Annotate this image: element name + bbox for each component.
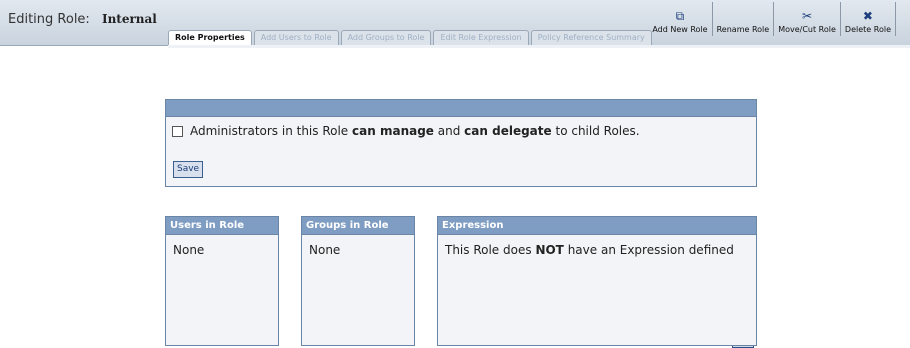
tab-role-properties[interactable]: Role Properties (168, 30, 252, 45)
tab-add-users[interactable]: Add Users to Role (253, 30, 339, 45)
tab-strip: Role Properties Add Users to Role Add Gr… (168, 30, 654, 45)
users-in-role-header: Users in Role (166, 217, 278, 235)
expression-text-suffix: have an Expression defined (567, 243, 734, 257)
users-in-role-value: None (173, 243, 205, 257)
delegate-checkbox[interactable] (172, 125, 183, 137)
move-cut-role-label: Move/Cut Role (778, 25, 836, 34)
rename-role-button[interactable]: RG Rename Role (711, 2, 774, 348)
tab-add-groups[interactable]: Add Groups to Role (340, 30, 432, 45)
delete-role-button[interactable]: ✖ Delete Role (839, 2, 895, 36)
scissors-icon: ✂ (802, 9, 813, 23)
add-role-icon: ⧉ (675, 9, 685, 23)
delete-role-label: Delete Role (844, 25, 891, 34)
editing-label: Editing Role: (8, 12, 90, 27)
toolbar: ⧉ Add New Role RG Rename Role ✂ Move/Cut… (648, 2, 904, 348)
expression-text-bold: NOT (535, 243, 564, 257)
perm-text-prefix: Administrators in this Role (190, 124, 349, 138)
expression-header: Expression (438, 217, 756, 235)
toolbar-overflow (895, 2, 904, 36)
add-new-role-button[interactable]: ⧉ Add New Role (648, 2, 711, 36)
users-in-role-box: Users in Role None (165, 216, 279, 346)
perm-can-manage: can manage (352, 124, 434, 138)
save-button[interactable]: Save (173, 161, 204, 178)
expression-value: This Role does NOT have an Expression de… (438, 235, 756, 265)
role-name: Internal (101, 12, 157, 26)
permissions-panel: Administrators in this Role can manage a… (165, 99, 757, 187)
groups-in-role-header: Groups in Role (302, 217, 414, 235)
perm-and: and (437, 124, 461, 138)
tab-edit-expression[interactable]: Edit Role Expression (433, 30, 529, 45)
tab-policy-reference[interactable]: Policy Reference Summary (530, 30, 652, 45)
perm-text-suffix: to child Roles. (555, 124, 640, 138)
expression-box: Expression This Role does NOT have an Ex… (437, 216, 757, 346)
editing-role-label: Editing Role: Internal (8, 12, 157, 27)
perm-can-delegate: can delegate (464, 124, 552, 138)
permissions-panel-header (166, 100, 756, 117)
tab-underline (168, 45, 910, 48)
trash-icon: ✖ (862, 9, 873, 23)
add-new-role-label: Add New Role (652, 25, 708, 34)
rename-role-label: Rename Role (716, 25, 770, 34)
header-bar: Editing Role: Internal ⧉ Add New Role RG… (0, 0, 910, 348)
groups-in-role-value: None (309, 243, 341, 257)
delegate-permission-row: Administrators in this Role can manage a… (172, 124, 640, 138)
move-cut-role-button[interactable]: ✂ Move/Cut Role (773, 2, 840, 36)
groups-in-role-box: Groups in Role None (301, 216, 415, 346)
expression-text-prefix: This Role does (445, 243, 532, 257)
